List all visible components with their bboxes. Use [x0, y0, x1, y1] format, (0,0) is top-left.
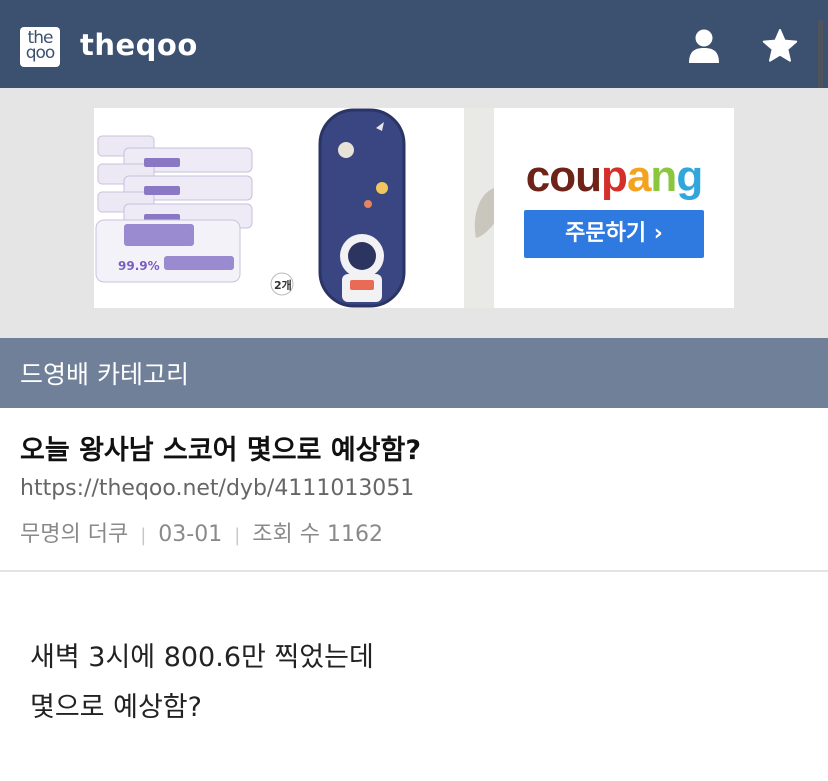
post-views: 조회 수 1162 [252, 522, 383, 547]
post-meta: 무명의 더쿠 | 03-01 | 조회 수 1162 [20, 516, 383, 548]
logo-text-bottom: qoo [25, 43, 56, 63]
ad-product-wet-wipes[interactable]: 99.9% [94, 108, 260, 308]
wipes-label: 99.9% [118, 259, 160, 273]
top-navigation-bar: the qoo theqoo [0, 0, 828, 210]
site-name[interactable]: theqoo [80, 28, 198, 62]
meta-separator: | [234, 525, 241, 546]
post-date: 03-01 [158, 522, 223, 547]
theqoo-logo[interactable]: the qoo [20, 27, 60, 67]
coupang-ad-banner[interactable]: 99.9% 2개 coupang 주문하기 › [94, 108, 734, 308]
ad-product-partial[interactable] [464, 108, 494, 308]
coupang-letter: n [650, 152, 677, 201]
category-label[interactable]: 드영배 카테고리 [20, 355, 189, 391]
coupang-letter: p [601, 152, 628, 201]
coupang-logo[interactable]: coupang [524, 152, 704, 202]
ad-product-pencil-case[interactable]: 2개 [264, 108, 460, 308]
order-button[interactable]: 주문하기 › [524, 210, 704, 258]
ad-banner-area: 99.9% 2개 coupang 주문하기 › [0, 88, 828, 338]
partial-product-image [474, 188, 494, 238]
post-title: 오늘 왕사남 스코어 몇으로 예상함? [20, 435, 422, 466]
post-url[interactable]: https://theqoo.net/dyb/4111013051 [20, 476, 414, 501]
post-body-line: 몇으로 예상함? [30, 692, 202, 723]
coupang-letter: u [575, 152, 602, 201]
header-divider [0, 570, 828, 572]
post-author: 무명의 더쿠 [20, 522, 129, 547]
post-header: 오늘 왕사남 스코어 몇으로 예상함? https://theqoo.net/d… [0, 408, 828, 570]
pencil-case-image: 2개 [270, 108, 406, 308]
post-body: 새벽 3시에 800.6만 찍었는데 몇으로 예상함? [30, 633, 374, 733]
user-icon[interactable] [688, 29, 720, 63]
pencil-case-count: 2개 [274, 278, 292, 292]
coupang-letter: o [549, 152, 576, 201]
meta-separator: | [140, 525, 147, 546]
coupang-letter: g [676, 152, 703, 201]
star-icon[interactable] [762, 29, 798, 63]
category-bar[interactable]: 드영배 카테고리 [0, 338, 828, 408]
coupang-letter: a [626, 152, 652, 201]
post-body-line: 새벽 3시에 800.6만 찍었는데 [30, 642, 374, 673]
wet-wipes-image: 99.9% [95, 135, 253, 283]
coupang-letter: c [525, 152, 551, 201]
